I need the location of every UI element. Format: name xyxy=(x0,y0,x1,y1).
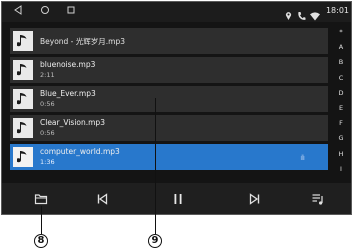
index-letter[interactable]: I xyxy=(333,165,349,173)
music-player-screen: 18:01 Beyond - 光辉岁月.mp3 bluenoise.mp3 2:11… xyxy=(1,1,352,215)
index-letter[interactable]: E xyxy=(333,104,349,112)
index-letter[interactable]: A xyxy=(333,43,349,51)
control-bar xyxy=(2,183,351,214)
index-letter[interactable]: H xyxy=(333,150,349,158)
recents-icon[interactable] xyxy=(66,5,76,19)
track-duration: 0:56 xyxy=(40,100,55,108)
index-letter[interactable]: B xyxy=(333,58,349,66)
callout-8: 8 xyxy=(34,234,48,248)
index-letter[interactable]: C xyxy=(333,74,349,82)
previous-icon[interactable] xyxy=(92,189,112,209)
music-note-icon xyxy=(13,147,33,167)
list-item[interactable]: Blue_Ever.mp3 0:56 xyxy=(10,86,328,112)
index-letter[interactable]: F xyxy=(333,119,349,127)
index-letter[interactable]: * xyxy=(333,28,349,36)
pause-icon[interactable] xyxy=(168,189,188,209)
music-note-icon xyxy=(13,31,33,51)
index-letter[interactable]: D xyxy=(333,89,349,97)
track-name: Blue_Ever.mp3 xyxy=(40,89,96,98)
location-icon xyxy=(285,6,292,25)
phone-icon xyxy=(297,6,306,25)
callout-leader-left xyxy=(41,206,42,234)
track-duration: 2:11 xyxy=(40,71,55,79)
list-item[interactable]: computer_world.mp3 1:36 ıllı xyxy=(10,144,328,170)
list-item[interactable]: Clear_Vision.mp3 0:56 xyxy=(10,115,328,141)
clock: 18:01 xyxy=(325,6,349,15)
list-item[interactable]: Beyond - 光辉岁月.mp3 xyxy=(10,28,328,54)
track-duration: 1:36 xyxy=(40,158,55,166)
list-item[interactable]: bluenoise.mp3 2:11 xyxy=(10,57,328,83)
track-duration: 0:56 xyxy=(40,129,55,137)
music-note-icon xyxy=(13,89,33,109)
track-name: computer_world.mp3 xyxy=(40,147,120,156)
playlist: Beyond - 光辉岁月.mp3 bluenoise.mp3 2:11 Blue_E… xyxy=(10,28,328,173)
wifi-icon xyxy=(310,6,320,25)
track-name: Beyond - 光辉岁月.mp3 xyxy=(40,37,125,46)
playing-indicator: ıllı xyxy=(300,154,305,162)
next-icon[interactable] xyxy=(245,189,265,209)
music-note-icon xyxy=(13,60,33,80)
playlist-icon[interactable] xyxy=(308,189,328,209)
status-bar: 18:01 xyxy=(2,2,351,22)
music-note-icon xyxy=(13,118,33,138)
index-letter[interactable]: G xyxy=(333,134,349,142)
track-name: Clear_Vision.mp3 xyxy=(40,118,105,127)
callout-leader-right xyxy=(155,98,156,234)
back-icon[interactable] xyxy=(14,5,22,19)
callout-9: 9 xyxy=(148,234,162,248)
alphabet-index[interactable]: * A B C D E F G H I xyxy=(333,28,349,180)
home-icon[interactable] xyxy=(40,5,50,19)
track-name: bluenoise.mp3 xyxy=(40,60,96,69)
